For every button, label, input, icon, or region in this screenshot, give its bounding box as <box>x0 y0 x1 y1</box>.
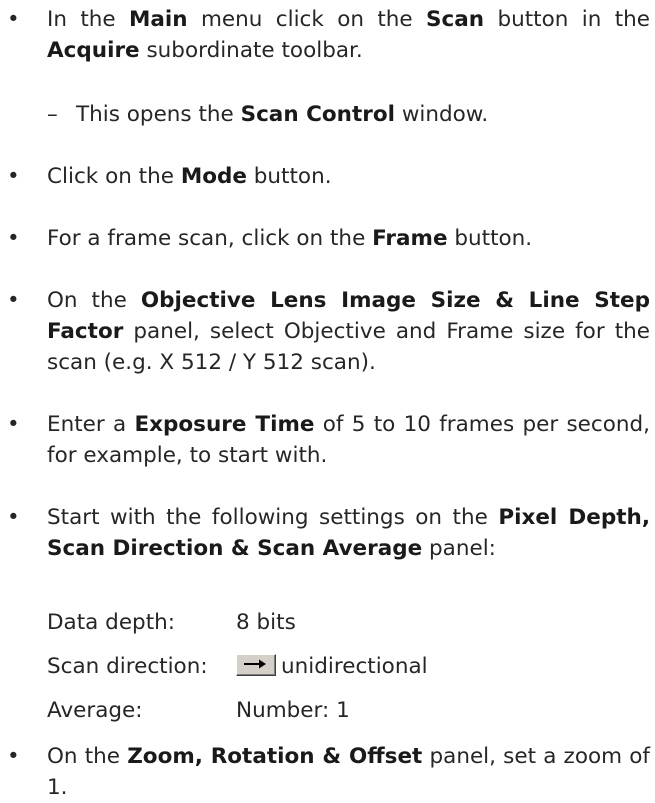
bold-term: Zoom, Rotation & Offset <box>127 744 423 769</box>
text-run: button. <box>447 226 533 251</box>
bullet-icon: • <box>7 288 20 313</box>
step-frame-button: • For a frame scan, click on the Frame b… <box>0 223 650 254</box>
bullet-icon: • <box>7 505 20 530</box>
bullet-icon: • <box>7 226 20 251</box>
step-exposure-time: • Enter a Exposure Time of 5 to 10 frame… <box>0 409 650 471</box>
text-run: panel: <box>422 536 496 561</box>
step-text: In the Main menu click on the Scan butto… <box>47 7 650 63</box>
step-text: This opens the Scan Control window. <box>76 102 488 127</box>
bullet-icon: • <box>7 164 20 189</box>
substep-scan-control: – This opens the Scan Control window. <box>47 99 647 130</box>
text-run: panel, select Objective and Frame size f… <box>47 319 650 375</box>
bold-term: Frame <box>372 226 448 251</box>
bold-term: Mode <box>180 164 247 189</box>
bold-term: Scan <box>426 7 485 32</box>
bold-term: Main <box>129 7 188 32</box>
step-zoom-panel: • On the Zoom, Rotation & Offset panel, … <box>0 741 650 803</box>
step-text: Enter a Exposure Time of 5 to 10 frames … <box>47 412 650 468</box>
text-run: window. <box>394 102 489 127</box>
text-run: In the <box>47 7 130 32</box>
bullet-icon: • <box>7 412 20 437</box>
setting-value: Number: 1 <box>236 698 350 723</box>
text-run: Click on the <box>47 164 181 189</box>
step-scan-button: • In the Main menu click on the Scan but… <box>0 4 650 66</box>
text-run: Start with the following settings on the <box>47 505 499 530</box>
setting-average: Average: Number: 1 <box>47 695 607 726</box>
dash-icon: – <box>47 102 58 127</box>
setting-value: 8 bits <box>236 610 296 635</box>
bullet-icon: • <box>7 7 20 32</box>
step-mode-button: • Click on the Mode button. <box>0 161 650 192</box>
text-run: button. <box>246 164 332 189</box>
text-run: button in the <box>484 7 651 32</box>
document-page: • In the Main menu click on the Scan but… <box>0 0 655 800</box>
text-run: subordinate toolbar. <box>139 38 363 63</box>
step-text: On the Zoom, Rotation & Offset panel, se… <box>47 744 650 800</box>
text-run: menu click on the <box>187 7 427 32</box>
bold-term: Acquire <box>47 38 140 63</box>
bold-term: Scan Control <box>240 102 395 127</box>
bullet-icon: • <box>7 744 20 769</box>
step-pixel-depth-panel: • Start with the following settings on t… <box>0 502 650 564</box>
text-run: This opens the <box>76 102 241 127</box>
setting-value-group: unidirectional <box>236 651 428 682</box>
text-run: Enter a <box>47 412 135 437</box>
step-text: Start with the following settings on the… <box>47 505 650 561</box>
setting-scan-direction: Scan direction: unidirectional <box>47 651 607 682</box>
text-run: For a frame scan, click on the <box>47 226 373 251</box>
setting-label: Average: <box>47 698 143 723</box>
step-text: On the Objective Lens Image Size & Line … <box>47 288 650 375</box>
setting-value: unidirectional <box>281 654 428 679</box>
step-text: For a frame scan, click on the Frame but… <box>47 226 532 251</box>
right-arrow-icon <box>236 654 276 676</box>
step-objective-panel: • On the Objective Lens Image Size & Lin… <box>0 285 650 378</box>
text-run: On the <box>47 288 141 313</box>
setting-data-depth: Data depth: 8 bits <box>47 607 607 638</box>
setting-label: Data depth: <box>47 610 175 635</box>
bold-term: Exposure Time <box>134 412 315 437</box>
step-text: Click on the Mode button. <box>47 164 332 189</box>
setting-label: Scan direction: <box>47 654 208 679</box>
text-run: On the <box>47 744 128 769</box>
